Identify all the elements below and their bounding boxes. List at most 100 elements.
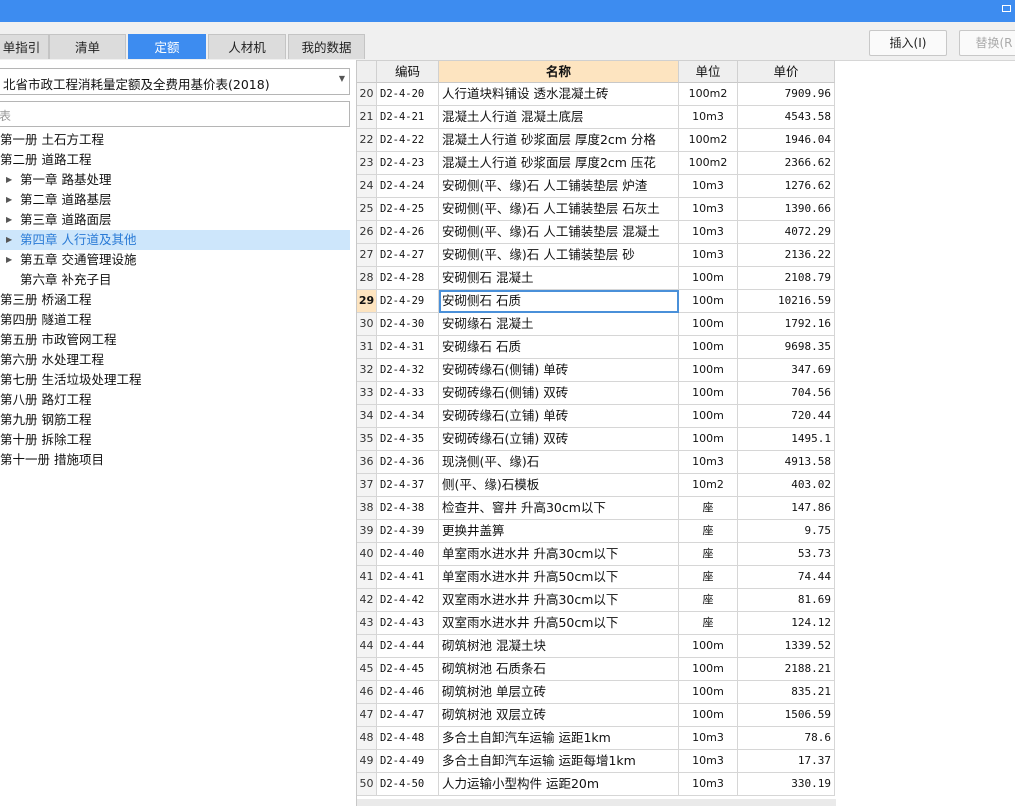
- cell-name[interactable]: 砌筑树池 混凝土块: [439, 635, 679, 658]
- tree-node[interactable]: 第一册 土石方工程: [0, 130, 350, 150]
- table-row[interactable]: 27 D2-4-27 安砌侧(平、缘)石 人工铺装垫层 砂 10m3 2136.22: [357, 244, 835, 267]
- row-number[interactable]: 32: [357, 359, 377, 382]
- row-number[interactable]: 27: [357, 244, 377, 267]
- cell-price[interactable]: 1390.66: [738, 198, 835, 221]
- cell-code[interactable]: D2-4-46: [377, 681, 439, 704]
- table-row[interactable]: 26 D2-4-26 安砌侧(平、缘)石 人工铺装垫层 混凝土 10m3 4072.29: [357, 221, 835, 244]
- chevron-right-icon[interactable]: ▶: [6, 170, 12, 190]
- cell-price[interactable]: 17.37: [738, 750, 835, 773]
- row-number[interactable]: 33: [357, 382, 377, 405]
- chevron-down-icon[interactable]: ▼: [339, 74, 345, 83]
- cell-price[interactable]: 2108.79: [738, 267, 835, 290]
- cell-code[interactable]: D2-4-50: [377, 773, 439, 796]
- row-number[interactable]: 23: [357, 152, 377, 175]
- tree-node[interactable]: 第三册 桥涵工程: [0, 290, 350, 310]
- cell-price[interactable]: 74.44: [738, 566, 835, 589]
- cell-unit[interactable]: 10m3: [679, 106, 738, 129]
- cell-code[interactable]: D2-4-47: [377, 704, 439, 727]
- cell-price[interactable]: 1495.1: [738, 428, 835, 451]
- cell-unit[interactable]: 100m: [679, 635, 738, 658]
- row-number[interactable]: 24: [357, 175, 377, 198]
- row-number[interactable]: 46: [357, 681, 377, 704]
- cell-price[interactable]: 347.69: [738, 359, 835, 382]
- cell-code[interactable]: D2-4-23: [377, 152, 439, 175]
- cell-code[interactable]: D2-4-20: [377, 83, 439, 106]
- cell-code[interactable]: D2-4-24: [377, 175, 439, 198]
- cell-name[interactable]: 砌筑树池 单层立砖: [439, 681, 679, 704]
- tree-node[interactable]: ▶ 第三章 道路面层: [0, 210, 350, 230]
- cell-name[interactable]: 侧(平、缘)石模板: [439, 474, 679, 497]
- table-row[interactable]: 25 D2-4-25 安砌侧(平、缘)石 人工铺装垫层 石灰土 10m3 1390.66: [357, 198, 835, 221]
- cell-name[interactable]: 人行道块料铺设 透水混凝土砖: [439, 83, 679, 106]
- cell-name[interactable]: 安砌侧石 石质: [439, 290, 679, 313]
- cell-name[interactable]: 安砌侧石 混凝土: [439, 267, 679, 290]
- cell-name[interactable]: 人力运输小型构件 运距20m: [439, 773, 679, 796]
- row-number[interactable]: 43: [357, 612, 377, 635]
- row-number[interactable]: 41: [357, 566, 377, 589]
- cell-code[interactable]: D2-4-49: [377, 750, 439, 773]
- cell-code[interactable]: D2-4-48: [377, 727, 439, 750]
- row-number[interactable]: 44: [357, 635, 377, 658]
- table-row[interactable]: 33 D2-4-33 安砌砖缘石(侧铺) 双砖 100m 704.56: [357, 382, 835, 405]
- cell-unit[interactable]: 座: [679, 520, 738, 543]
- row-number[interactable]: 47: [357, 704, 377, 727]
- insert-button[interactable]: 插入(I): [869, 30, 947, 56]
- row-number[interactable]: 28: [357, 267, 377, 290]
- tab-guide[interactable]: 单指引: [0, 34, 49, 59]
- row-number[interactable]: 30: [357, 313, 377, 336]
- cell-unit[interactable]: 100m2: [679, 83, 738, 106]
- cell-price[interactable]: 9698.35: [738, 336, 835, 359]
- cell-name[interactable]: 检查井、窨井 升高30cm以下: [439, 497, 679, 520]
- cell-price[interactable]: 835.21: [738, 681, 835, 704]
- cell-name[interactable]: 安砌缘石 石质: [439, 336, 679, 359]
- horizontal-scrollbar[interactable]: [357, 799, 836, 806]
- row-number[interactable]: 37: [357, 474, 377, 497]
- table-row[interactable]: 50 D2-4-50 人力运输小型构件 运距20m 10m3 330.19: [357, 773, 835, 796]
- table-row[interactable]: 28 D2-4-28 安砌侧石 混凝土 100m 2108.79: [357, 267, 835, 290]
- cell-code[interactable]: D2-4-30: [377, 313, 439, 336]
- cell-code[interactable]: D2-4-45: [377, 658, 439, 681]
- cell-unit[interactable]: 100m: [679, 428, 738, 451]
- search-input[interactable]: 表: [0, 101, 350, 127]
- cell-code[interactable]: D2-4-22: [377, 129, 439, 152]
- cell-unit[interactable]: 100m: [679, 658, 738, 681]
- cell-price[interactable]: 704.56: [738, 382, 835, 405]
- row-number[interactable]: 22: [357, 129, 377, 152]
- row-number[interactable]: 42: [357, 589, 377, 612]
- header-unit[interactable]: 单位: [679, 60, 738, 83]
- row-number[interactable]: 48: [357, 727, 377, 750]
- tree-node[interactable]: 第九册 钢筋工程: [0, 410, 350, 430]
- cell-code[interactable]: D2-4-34: [377, 405, 439, 428]
- cell-name[interactable]: 安砌侧(平、缘)石 人工铺装垫层 砂: [439, 244, 679, 267]
- cell-unit[interactable]: 100m: [679, 290, 738, 313]
- cell-name[interactable]: 混凝土人行道 混凝土底层: [439, 106, 679, 129]
- cell-name[interactable]: 安砌侧(平、缘)石 人工铺装垫层 石灰土: [439, 198, 679, 221]
- table-row[interactable]: 43 D2-4-43 双室雨水进水井 升高50cm以下座 124.12: [357, 612, 835, 635]
- table-row[interactable]: 30 D2-4-30 安砌缘石 混凝土 100m 1792.16: [357, 313, 835, 336]
- cell-unit[interactable]: 100m: [679, 359, 738, 382]
- chevron-right-icon[interactable]: ▶: [6, 210, 12, 230]
- cell-price[interactable]: 2188.21: [738, 658, 835, 681]
- cell-unit[interactable]: 100m: [679, 267, 738, 290]
- cell-code[interactable]: D2-4-29: [377, 290, 439, 313]
- tab-labor-material-machine[interactable]: 人材机: [208, 34, 286, 59]
- cell-name[interactable]: 多合土自卸汽车运输 运距1km: [439, 727, 679, 750]
- header-price[interactable]: 单价: [738, 60, 835, 83]
- table-row[interactable]: 40 D2-4-40 单室雨水进水井 升高30cm以下座 53.73: [357, 543, 835, 566]
- row-number[interactable]: 39: [357, 520, 377, 543]
- row-number[interactable]: 31: [357, 336, 377, 359]
- table-row[interactable]: 24 D2-4-24 安砌侧(平、缘)石 人工铺装垫层 炉渣 10m3 1276.62: [357, 175, 835, 198]
- tree-node[interactable]: ▶ 第二章 道路基层: [0, 190, 350, 210]
- cell-unit[interactable]: 座: [679, 497, 738, 520]
- cell-name[interactable]: 砌筑树池 双层立砖: [439, 704, 679, 727]
- cell-name[interactable]: 安砌缘石 混凝土: [439, 313, 679, 336]
- table-row[interactable]: 46 D2-4-46 砌筑树池 单层立砖 100m 835.21: [357, 681, 835, 704]
- tab-bill[interactable]: 清单: [49, 34, 126, 59]
- cell-code[interactable]: D2-4-35: [377, 428, 439, 451]
- cell-unit[interactable]: 100m: [679, 681, 738, 704]
- cell-price[interactable]: 147.86: [738, 497, 835, 520]
- tree-node[interactable]: 第六章 补充子目: [0, 270, 350, 290]
- cell-price[interactable]: 124.12: [738, 612, 835, 635]
- cell-price[interactable]: 2366.62: [738, 152, 835, 175]
- cell-name[interactable]: 安砌砖缘石(立铺) 双砖: [439, 428, 679, 451]
